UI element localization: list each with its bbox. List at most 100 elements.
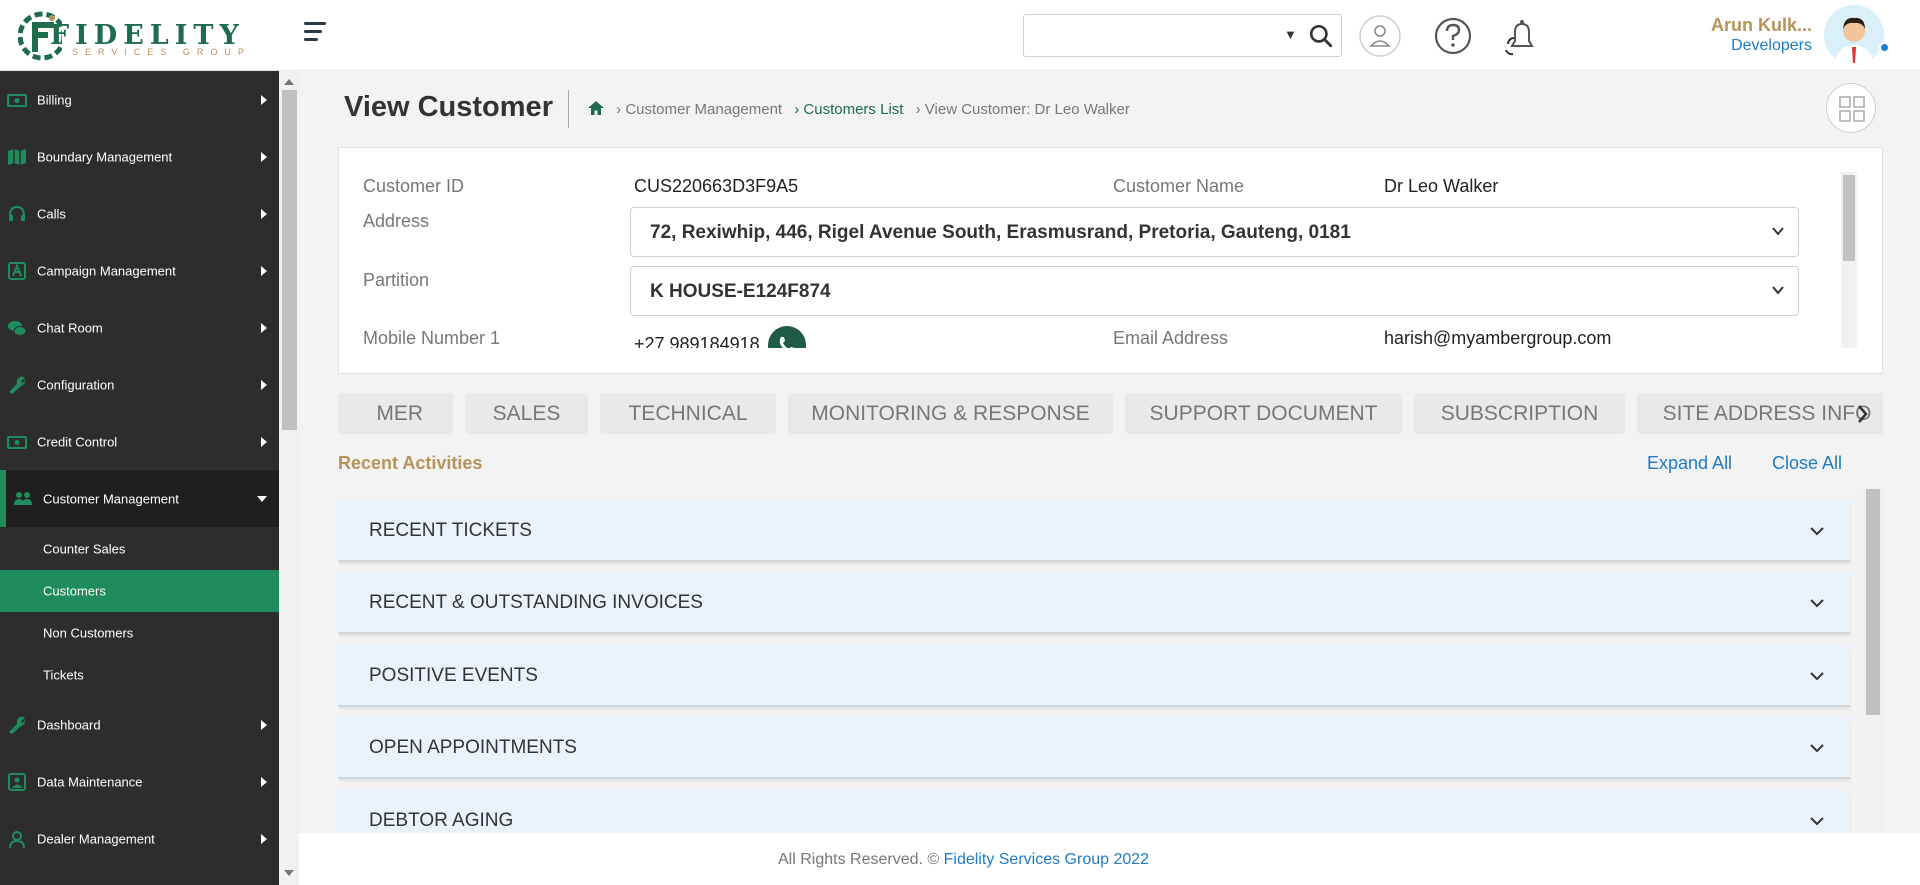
sidebar-item-calls[interactable]: Calls [0, 185, 279, 242]
chevron-right-icon [261, 379, 267, 390]
tab-technical[interactable]: TECHNICAL [600, 393, 776, 434]
sidebar-subitem-non-customers[interactable]: Non Customers [0, 612, 279, 654]
call-button[interactable] [768, 326, 806, 348]
data-icon [8, 772, 26, 791]
billing-icon [7, 93, 27, 107]
tab-sales[interactable]: SALES [465, 393, 588, 434]
sidebar-scrollbar-thumb[interactable] [282, 90, 297, 430]
footer-brand-link[interactable]: Fidelity Services Group 2022 [944, 851, 1149, 868]
sidebar-item-label: Billing [37, 92, 72, 107]
search-bar: ▼ [1023, 14, 1342, 57]
sidebar-item-data-maintenance[interactable]: Data Maintenance [0, 753, 279, 810]
sidebar-item-label: Dealer Management [37, 831, 155, 846]
breadcrumb-customers-list[interactable]: › Customers List [794, 101, 903, 118]
accordion-recent-outstanding-invoices[interactable]: RECENT & OUTSTANDING INVOICES [338, 572, 1850, 634]
chevron-down-icon [1810, 527, 1824, 536]
accordion-recent-tickets[interactable]: RECENT TICKETS [338, 500, 1850, 562]
sidebar-subitem-counter-sales[interactable]: Counter Sales [0, 528, 279, 570]
chevron-right-icon [261, 151, 267, 162]
sidebar-item-chat-room[interactable]: Chat Room [0, 299, 279, 356]
customer-name-label: Customer Name [1113, 176, 1245, 196]
breadcrumb: › Customer Management › Customers List ›… [588, 101, 1138, 118]
grid-icon [1839, 96, 1865, 122]
search-input[interactable] [1034, 15, 1274, 55]
expand-all-link[interactable]: Expand All [1647, 453, 1732, 474]
avatar[interactable] [1824, 5, 1884, 65]
tab-customer[interactable]: MER [338, 393, 453, 434]
page-title: View Customer [344, 91, 553, 123]
scroll-up-icon[interactable] [284, 79, 294, 85]
chevron-right-icon [261, 776, 267, 787]
sidebar-item-dealer-management[interactable]: Dealer Management [0, 810, 279, 867]
sidebar-subitem-tickets[interactable]: Tickets [0, 654, 279, 696]
map-icon [8, 148, 26, 165]
chevron-down-icon [1810, 672, 1824, 681]
chevron-right-icon [261, 94, 267, 105]
close-all-link[interactable]: Close All [1772, 453, 1842, 474]
notification-bell-icon[interactable] [1500, 14, 1544, 58]
sidebar-item-customer-management[interactable]: Customer Management [0, 470, 279, 527]
copyright-text: All Rights Reserved. © [778, 851, 944, 868]
accordion-title: RECENT & OUTSTANDING INVOICES [369, 592, 703, 613]
tab-monitoring-response[interactable]: MONITORING & RESPONSE [788, 393, 1113, 434]
sidebar-item-dashboard[interactable]: Dashboard [0, 696, 279, 753]
sidebar-subitem-label: Non Customers [43, 625, 134, 641]
search-icon[interactable] [1308, 23, 1334, 49]
sidebar-item-label: Calls [37, 206, 66, 221]
tab-support-document[interactable]: SUPPORT DOCUMENT [1125, 393, 1402, 434]
sidebar-item-label: Campaign Management [37, 263, 176, 278]
campaign-icon [8, 261, 26, 280]
home-icon[interactable] [588, 101, 604, 115]
activities-scrollbar-thumb[interactable] [1866, 489, 1880, 715]
menu-toggle-icon[interactable] [304, 22, 328, 44]
tabs-bar: MER SALES TECHNICAL MONITORING & RESPONS… [338, 387, 1883, 437]
chevron-down-icon [1810, 599, 1824, 608]
agent-icon[interactable] [1358, 14, 1402, 58]
email-label: Email Address [1113, 328, 1229, 348]
sidebar-item-label: Chat Room [37, 320, 103, 335]
user-name[interactable]: Arun Kulk... [1711, 15, 1812, 36]
accordion-open-appointments[interactable]: OPEN APPOINTMENTS [338, 717, 1850, 779]
sidebar-subitem-customers[interactable]: Customers [0, 570, 279, 612]
online-status-dot [1879, 42, 1890, 53]
accordion-debtor-aging[interactable]: DEBTOR AGING [338, 790, 1850, 832]
card-scrollbar-thumb[interactable] [1843, 175, 1855, 261]
fidelity-logo[interactable]: FIDELITY SERVICES GROUP [18, 6, 258, 66]
sidebar-item-configuration[interactable]: Configuration [0, 356, 279, 413]
money-icon [7, 435, 27, 449]
accordion-positive-events[interactable]: POSITIVE EVENTS [338, 645, 1850, 707]
partition-value: K HOUSE-E124F874 [650, 281, 831, 302]
sidebar-item-boundary-management[interactable]: Boundary Management [0, 128, 279, 185]
partition-label: Partition [363, 270, 430, 290]
scroll-down-icon[interactable] [284, 870, 294, 876]
sidebar-item-credit-control[interactable]: Credit Control [0, 413, 279, 470]
address-label: Address [363, 211, 430, 231]
title-divider [568, 90, 569, 128]
breadcrumb-view-customer: › View Customer: Dr Leo Walker [915, 101, 1130, 118]
top-header: FIDELITY SERVICES GROUP ▼ Arun Kulk... D… [0, 0, 1920, 71]
tab-site-address-info[interactable]: SITE ADDRESS INFO [1637, 393, 1883, 434]
breadcrumb-customer-management[interactable]: › Customer Management [616, 101, 782, 118]
tabs-next-icon[interactable] [1852, 400, 1872, 428]
partition-select[interactable]: K HOUSE-E124F874 [630, 266, 1799, 316]
customer-id-label: Customer ID [363, 176, 465, 196]
sidebar-item-label: Data Maintenance [37, 774, 143, 789]
sidebar-item-billing[interactable]: Billing [0, 71, 279, 128]
chevron-right-icon [261, 265, 267, 276]
customer-name-value: Dr Leo Walker [1384, 176, 1499, 196]
mobile-label: Mobile Number 1 [363, 328, 501, 348]
address-value: 72, Rexiwhip, 446, Rigel Avenue South, E… [650, 222, 1351, 243]
help-icon[interactable] [1431, 14, 1475, 58]
phone-icon [779, 337, 795, 348]
chevron-down-icon [1810, 744, 1824, 753]
tab-subscription[interactable]: SUBSCRIPTION [1414, 393, 1625, 434]
headset-icon [9, 205, 25, 221]
mobile-value: +27 989184918 [634, 334, 760, 348]
grid-view-button[interactable] [1826, 83, 1876, 133]
address-select[interactable]: 72, Rexiwhip, 446, Rigel Avenue South, E… [630, 207, 1799, 257]
search-dropdown-icon[interactable]: ▼ [1284, 27, 1297, 42]
accordion-title: DEBTOR AGING [369, 810, 514, 831]
sidebar-item-campaign-management[interactable]: Campaign Management [0, 242, 279, 299]
accordion-title: OPEN APPOINTMENTS [369, 737, 577, 758]
sidebar: Billing Boundary Management Calls Campai… [0, 71, 279, 885]
